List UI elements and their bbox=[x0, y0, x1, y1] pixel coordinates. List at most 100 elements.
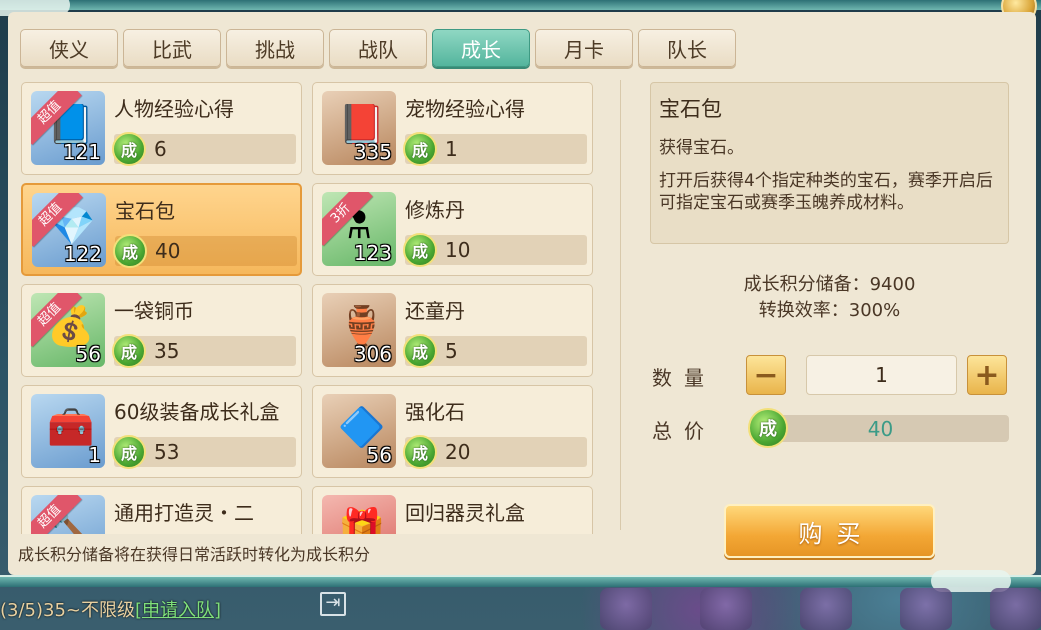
item-count: 56 bbox=[75, 342, 101, 366]
crystal-icon: 🔷 bbox=[338, 405, 386, 449]
item-list[interactable]: 📘 121 超值 人物经验心得 成 6 📕 335 宠物经验心得 成 1 💎 1… bbox=[21, 82, 601, 534]
tab-xiayi[interactable]: 侠义 bbox=[20, 29, 118, 67]
red-book-icon: 📕 bbox=[338, 102, 386, 146]
shop-item[interactable]: 📕 335 宠物经验心得 成 1 bbox=[312, 82, 593, 175]
hud-menu-button[interactable] bbox=[700, 588, 752, 630]
growth-coin-icon: 成 bbox=[112, 435, 146, 469]
growth-points-reserve: 成长积分储备：9400 bbox=[743, 274, 916, 295]
item-thumbnail: ⚗ 123 3折 bbox=[322, 192, 396, 266]
item-price: 35 bbox=[154, 339, 180, 363]
item-name: 修炼丹 bbox=[405, 198, 465, 222]
exit-icon[interactable]: ⇥ bbox=[320, 592, 346, 616]
price-bar: 成 35 bbox=[112, 334, 296, 368]
item-thumbnail: 🧰 1 bbox=[31, 394, 105, 468]
detail-subtitle: 获得宝石。 bbox=[659, 138, 744, 158]
price-bar: 成 1 bbox=[403, 132, 587, 166]
treasure-chest-icon: 🧰 bbox=[47, 405, 95, 449]
shop-item[interactable]: 📘 121 超值 人物经验心得 成 6 bbox=[21, 82, 302, 175]
item-thumbnail: 🎁 bbox=[322, 495, 396, 534]
buy-button[interactable]: 购买 bbox=[724, 504, 935, 558]
item-thumbnail: 🔨 超值 bbox=[31, 495, 105, 534]
growth-coin-icon: 成 bbox=[403, 233, 437, 267]
item-name: 宝石包 bbox=[115, 199, 175, 223]
item-name: 60级装备成长礼盒 bbox=[114, 400, 280, 424]
item-detail-box: 宝石包 获得宝石。 打开后获得4个指定种类的宝石，赛季开启后可指定宝石或赛季玉魄… bbox=[650, 82, 1009, 244]
item-name: 强化石 bbox=[405, 400, 465, 424]
hud-menu-button[interactable] bbox=[990, 588, 1041, 630]
panel-divider bbox=[620, 80, 621, 530]
shop-item[interactable]: 🔨 超值 通用打造灵・二 bbox=[21, 486, 302, 534]
item-thumbnail: 💰 56 超值 bbox=[31, 293, 105, 367]
item-name: 通用打造灵・二 bbox=[114, 501, 254, 525]
item-thumbnail: 💎 122 超值 bbox=[32, 193, 106, 267]
item-thumbnail: 📘 121 超值 bbox=[31, 91, 105, 165]
shop-item[interactable]: 🎁 回归器灵礼盒 bbox=[312, 486, 593, 534]
item-price: 1 bbox=[445, 137, 458, 161]
tab-tiaozhan[interactable]: 挑战 bbox=[226, 29, 324, 67]
item-price: 10 bbox=[445, 238, 471, 262]
growth-coin-icon: 成 bbox=[112, 334, 146, 368]
price-bar: 成 40 bbox=[113, 234, 297, 268]
price-bar: 成 53 bbox=[112, 435, 296, 469]
price-bar: 成 20 bbox=[403, 435, 587, 469]
item-name: 宠物经验心得 bbox=[405, 97, 525, 121]
total-price-value: 40 bbox=[867, 417, 894, 441]
tab-biwu[interactable]: 比武 bbox=[123, 29, 221, 67]
price-bar: 成 5 bbox=[403, 334, 587, 368]
team-recruit-text: (3/5)35~不限级 bbox=[0, 600, 135, 621]
total-price-bar: 成 40 bbox=[748, 408, 1009, 448]
item-count: 306 bbox=[353, 342, 392, 366]
item-count: 335 bbox=[353, 140, 392, 164]
hud-menu-button[interactable] bbox=[900, 588, 952, 630]
shop-item[interactable]: ⚗ 123 3折 修炼丹 成 10 bbox=[312, 183, 593, 276]
growth-coin-icon: 成 bbox=[403, 334, 437, 368]
tab-duizhang[interactable]: 队长 bbox=[638, 29, 736, 67]
item-thumbnail: 🔷 56 bbox=[322, 394, 396, 468]
item-price: 20 bbox=[445, 440, 471, 464]
tab-chengzhang[interactable]: 成长 bbox=[432, 29, 530, 67]
shop-item-selected[interactable]: 💎 122 超值 宝石包 成 40 bbox=[21, 183, 302, 276]
shop-item[interactable]: 🔷 56 强化石 成 20 bbox=[312, 385, 593, 478]
gift-box-icon: 🎁 bbox=[338, 506, 386, 534]
item-price: 6 bbox=[154, 137, 167, 161]
item-name: 一袋铜币 bbox=[114, 299, 194, 323]
growth-coin-icon: 成 bbox=[112, 132, 146, 166]
item-price: 5 bbox=[445, 339, 458, 363]
hud-menu-button[interactable] bbox=[600, 588, 652, 630]
price-bar: 成 10 bbox=[403, 233, 587, 267]
conversion-rate: 转换效率：300% bbox=[758, 300, 901, 321]
tab-yueka[interactable]: 月卡 bbox=[535, 29, 633, 67]
shop-item[interactable]: 🧰 1 60级装备成长礼盒 成 53 bbox=[21, 385, 302, 478]
quantity-label: 数量 bbox=[652, 366, 716, 390]
decrease-quantity-button[interactable]: − bbox=[746, 355, 786, 395]
window-bottom-frame bbox=[0, 575, 1041, 587]
item-name: 人物经验心得 bbox=[114, 97, 234, 121]
item-count: 123 bbox=[353, 241, 392, 265]
item-count: 122 bbox=[63, 242, 102, 266]
item-count: 56 bbox=[366, 443, 392, 467]
vase-icon: 🏺 bbox=[338, 304, 386, 348]
shop-item[interactable]: 🏺 306 还童丹 成 5 bbox=[312, 284, 593, 377]
tab-bar: 侠义 比武 挑战 战队 成长 月卡 队长 bbox=[20, 29, 736, 67]
window-top-frame bbox=[0, 0, 1041, 10]
growth-coin-icon: 成 bbox=[113, 234, 147, 268]
shop-item[interactable]: 💰 56 超值 一袋铜币 成 35 bbox=[21, 284, 302, 377]
price-bar: 成 6 bbox=[112, 132, 296, 166]
item-name: 回归器灵礼盒 bbox=[405, 501, 525, 525]
quantity-input[interactable]: 1 bbox=[806, 355, 957, 395]
footer-note: 成长积分储备将在获得日常活跃时转化为成长积分 bbox=[18, 545, 371, 564]
hud-menu-button[interactable] bbox=[800, 588, 852, 630]
item-count: 121 bbox=[62, 140, 101, 164]
tab-zhandui[interactable]: 战队 bbox=[329, 29, 427, 67]
detail-description: 打开后获得4个指定种类的宝石，赛季开启后可指定宝石或赛季玉魄养成材料。 bbox=[659, 171, 993, 213]
total-price-label: 总价 bbox=[652, 419, 716, 443]
item-price: 40 bbox=[155, 239, 181, 263]
apply-join-link[interactable]: [申请入队] bbox=[135, 600, 221, 621]
item-price: 53 bbox=[154, 440, 180, 464]
item-thumbnail: 🏺 306 bbox=[322, 293, 396, 367]
item-name: 还童丹 bbox=[405, 299, 465, 323]
item-thumbnail: 📕 335 bbox=[322, 91, 396, 165]
increase-quantity-button[interactable]: + bbox=[967, 355, 1007, 395]
team-recruit-message: (3/5)35~不限级[申请入队] bbox=[0, 596, 221, 622]
growth-coin-icon: 成 bbox=[403, 435, 437, 469]
